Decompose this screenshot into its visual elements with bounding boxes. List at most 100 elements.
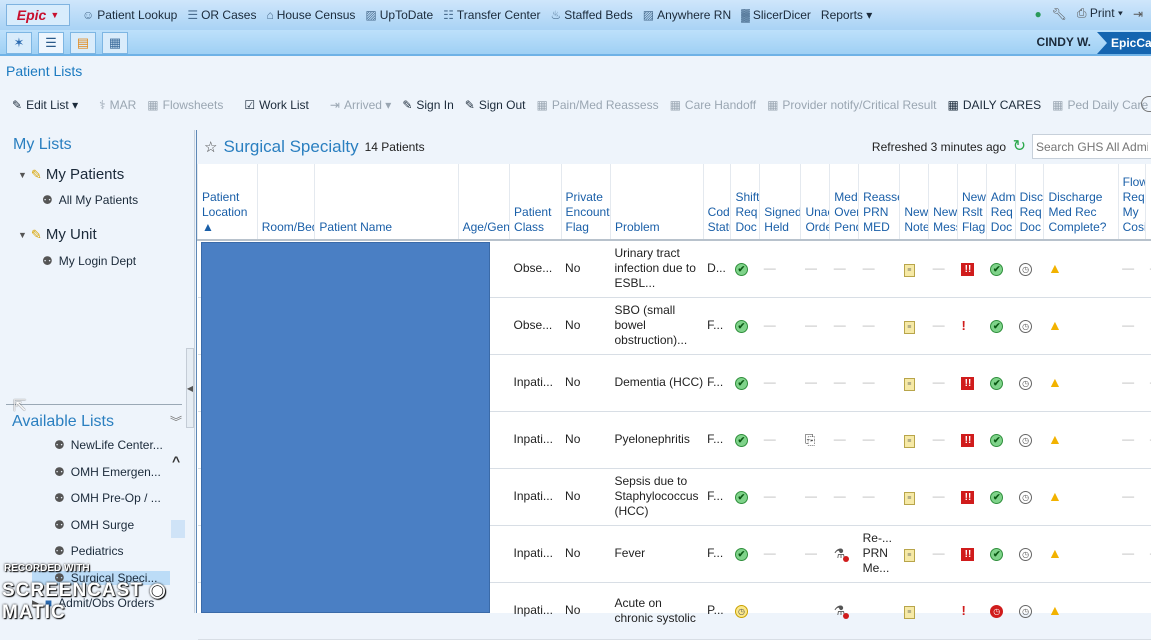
dash-icon[interactable]: — [764, 318, 776, 332]
dash-icon[interactable]: — [933, 546, 945, 560]
dash-icon[interactable]: — [863, 432, 875, 446]
dash-icon[interactable]: — [764, 432, 776, 446]
topnav-item[interactable]: ♨Staffed Beds [551, 8, 633, 22]
toolbar-button[interactable]: ⚕MAR [99, 98, 136, 112]
flag-icon[interactable]: ! [961, 603, 965, 618]
dash-icon[interactable]: — [933, 432, 945, 446]
toolbar-button[interactable]: ▦DAILY CARES [947, 98, 1041, 112]
column-header[interactable]: Disch Req Doc [1015, 164, 1044, 240]
column-header[interactable]: Unack Orders [801, 164, 830, 240]
column-header[interactable]: Cosign Note [1146, 164, 1151, 240]
column-header[interactable]: Reassess PRN MED [859, 164, 900, 240]
topnav-item[interactable]: ☰OR Cases [187, 8, 256, 22]
med-override-icon[interactable]: ⚗ [834, 603, 846, 618]
note-icon[interactable]: ≡ [904, 549, 915, 562]
print-button[interactable]: ⎙ Print ▾ [1077, 6, 1123, 21]
favorite-star-icon[interactable]: ☆ [204, 138, 217, 156]
column-header[interactable]: Flow Req My Cosign [1118, 164, 1146, 240]
note-icon[interactable]: ≡ [904, 492, 915, 505]
note-icon[interactable]: ≡ [904, 435, 915, 448]
note-icon[interactable]: ≡ [904, 264, 915, 277]
wrench-icon[interactable]: 🔧︎ [1052, 7, 1067, 21]
toolbar-button[interactable]: ⇥Arrived ▾ [330, 98, 391, 112]
check-circle-icon[interactable]: ✔ [990, 263, 1003, 276]
warning-icon[interactable]: ▲ [1048, 374, 1062, 390]
available-list-item[interactable]: ⚉OMH Surge [54, 518, 134, 532]
toolbar-button[interactable]: ▦Care Handoff [670, 98, 757, 112]
dash-icon[interactable]: — [1122, 489, 1134, 503]
toolbar-overflow-icon[interactable] [1141, 96, 1151, 112]
column-header[interactable]: Patient Name [315, 164, 458, 240]
column-header[interactable]: Adm Req Doc [986, 164, 1015, 240]
clock-icon[interactable]: ◷ [1019, 434, 1032, 447]
check-circle-icon[interactable]: ✔ [735, 263, 748, 276]
dash-icon[interactable]: — [834, 432, 846, 446]
double-chevron-down-icon[interactable]: ︾ [170, 413, 182, 430]
column-header[interactable]: Problem [610, 164, 703, 240]
check-circle-icon[interactable]: ✔ [735, 434, 748, 447]
dash-icon[interactable]: — [805, 546, 817, 560]
globe-icon[interactable]: ● [1034, 7, 1041, 21]
dash-icon[interactable]: — [1122, 546, 1134, 560]
clock-icon[interactable]: ◷ [1019, 605, 1032, 618]
toolbar-button[interactable]: ▦Provider notify/Critical Result [767, 98, 936, 112]
topnav-item[interactable]: ☷Transfer Center [443, 8, 540, 22]
activity-tab-3[interactable]: ▤ [70, 32, 96, 54]
dash-icon[interactable]: — [933, 318, 945, 332]
check-circle-icon[interactable]: ✔ [990, 320, 1003, 333]
dash-icon[interactable]: — [764, 375, 776, 389]
dash-icon[interactable]: — [764, 489, 776, 503]
toolbar-button[interactable]: ☑Work List [244, 98, 309, 112]
column-header[interactable]: Patient Class [510, 164, 561, 240]
dash-icon[interactable]: — [834, 375, 846, 389]
check-circle-icon[interactable]: ✔ [990, 548, 1003, 561]
dash-icon[interactable]: — [834, 261, 846, 275]
topnav-item[interactable]: ▨Anywhere RN [643, 8, 731, 22]
warning-icon[interactable]: ▲ [1048, 545, 1062, 561]
epic-menu-button[interactable]: Epic▼ [6, 4, 70, 26]
toolbar-button[interactable]: ✎Sign In [402, 98, 453, 112]
available-list-item[interactable]: ⚉Pediatrics [54, 544, 123, 558]
med-override-icon[interactable]: ⚗ [834, 546, 846, 561]
column-header[interactable]: New Note [900, 164, 929, 240]
scrollbar-thumb[interactable] [171, 520, 185, 538]
dash-icon[interactable]: — [863, 261, 875, 275]
column-header[interactable]: Private Encounter Flag [561, 164, 610, 240]
column-header[interactable]: Code Status [703, 164, 731, 240]
clock-icon[interactable]: ◷ [1019, 548, 1032, 561]
note-icon[interactable]: ≡ [904, 378, 915, 391]
topnav-item[interactable]: ☺Patient Lookup [82, 8, 177, 22]
column-header[interactable]: Discharge Med Rec Complete? [1044, 164, 1118, 240]
dash-icon[interactable]: — [805, 261, 817, 275]
activity-tab-patient-lists[interactable]: ☰ [38, 32, 64, 54]
group-my-unit[interactable]: ▼✎My Unit [18, 226, 97, 243]
toolbar-button[interactable]: ▦Pain/Med Reassess [537, 98, 659, 112]
dash-icon[interactable]: — [1122, 318, 1134, 332]
check-circle-icon[interactable]: ✔ [990, 491, 1003, 504]
pending-clock-icon[interactable]: ◷ [735, 605, 748, 618]
overdue-clock-icon[interactable]: ◷ [990, 605, 1003, 618]
check-circle-icon[interactable]: ✔ [735, 377, 748, 390]
column-header[interactable]: Age/Gen [458, 164, 509, 240]
column-header[interactable]: New Rslt Flag [957, 164, 986, 240]
dash-icon[interactable]: — [834, 318, 846, 332]
dash-icon[interactable]: — [1122, 432, 1134, 446]
critical-flag-icon[interactable]: !! [961, 548, 974, 561]
activity-tab-4[interactable]: ▦ [102, 32, 128, 54]
dash-icon[interactable]: — [1122, 261, 1134, 275]
dash-icon[interactable]: — [933, 375, 945, 389]
activity-tab-1[interactable]: ✶ [6, 32, 32, 54]
refresh-icon[interactable]: ↻ [1013, 136, 1026, 156]
flag-icon[interactable]: ! [961, 318, 965, 333]
critical-flag-icon[interactable]: !! [961, 377, 974, 390]
topnav-item[interactable]: ⌂House Census [266, 8, 355, 22]
dash-icon[interactable]: — [805, 489, 817, 503]
dash-icon[interactable]: — [764, 546, 776, 560]
scroll-up-icon[interactable]: ^ [172, 453, 180, 469]
warning-icon[interactable]: ▲ [1048, 602, 1062, 618]
topnav-item[interactable]: Reports ▾ [821, 8, 872, 22]
warning-icon[interactable]: ▲ [1048, 260, 1062, 276]
check-circle-icon[interactable]: ✔ [735, 548, 748, 561]
toolbar-button[interactable]: ✎Edit List ▾ [12, 98, 78, 112]
new-order-icon[interactable]: ⎘ [805, 432, 815, 447]
